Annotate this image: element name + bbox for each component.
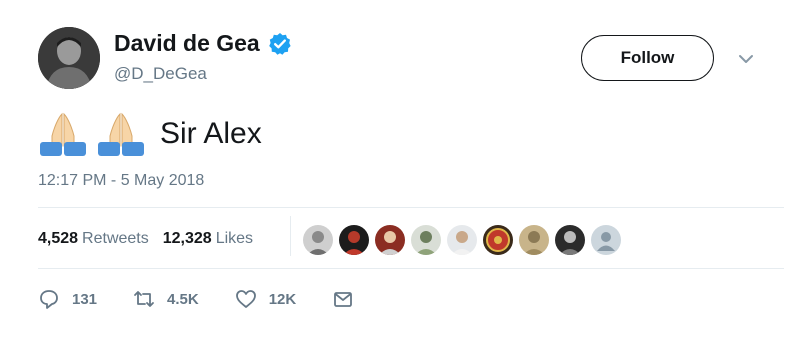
retweet-count: 4.5K — [167, 290, 199, 308]
folded-hands-emoji-icon — [38, 112, 88, 156]
chevron-down-icon[interactable] — [738, 52, 754, 64]
verified-badge-icon — [268, 32, 292, 56]
heart-icon[interactable] — [235, 288, 257, 310]
divider — [38, 207, 784, 208]
retweets-stat[interactable]: 4,528 Retweets — [38, 230, 149, 248]
reply-icon[interactable] — [38, 288, 60, 310]
likes-label: Likes — [215, 230, 254, 247]
retweets-label: Retweets — [82, 230, 149, 247]
liker-avatar[interactable] — [303, 225, 333, 255]
stats-separator — [290, 216, 291, 256]
follow-button[interactable]: Follow — [581, 35, 714, 81]
display-name[interactable]: David de Gea — [114, 30, 292, 57]
folded-hands-emoji-icon — [96, 112, 146, 156]
envelope-icon[interactable] — [332, 288, 354, 310]
like-count: 12K — [268, 290, 297, 308]
tweet-actions: 131 4.5K 12K — [38, 288, 390, 310]
tweet-stats: 4,528 Retweets 12,328 Likes — [38, 230, 253, 248]
profile-avatar[interactable] — [38, 27, 100, 89]
tweet-text: Sir Alex — [38, 112, 262, 156]
display-name-text[interactable]: David de Gea — [114, 30, 260, 57]
liker-avatar[interactable] — [555, 225, 585, 255]
reply-count: 131 — [72, 290, 98, 308]
liker-avatar[interactable] — [519, 225, 549, 255]
divider — [38, 268, 784, 269]
likes-count: 12,328 — [162, 230, 212, 247]
likes-stat[interactable]: 12,328 Likes — [163, 230, 253, 248]
liker-avatars — [303, 225, 621, 255]
liker-avatar[interactable] — [483, 225, 513, 255]
tweet-body-text: Sir Alex — [160, 117, 262, 150]
liker-avatar[interactable] — [339, 225, 369, 255]
like-action[interactable]: 12K — [235, 288, 297, 310]
retweet-action[interactable]: 4.5K — [133, 288, 199, 310]
default-avatar-icon[interactable] — [591, 225, 621, 255]
user-handle[interactable]: @D_DeGea — [114, 64, 207, 84]
retweets-count: 4,528 — [38, 230, 79, 247]
tweet-timestamp[interactable]: 12:17 PM - 5 May 2018 — [38, 172, 204, 190]
reply-action[interactable]: 131 — [38, 288, 97, 310]
liker-avatar[interactable] — [411, 225, 441, 255]
liker-avatar[interactable] — [375, 225, 405, 255]
direct-message-action[interactable] — [332, 288, 354, 310]
retweet-icon[interactable] — [133, 288, 155, 310]
liker-avatar[interactable] — [447, 225, 477, 255]
